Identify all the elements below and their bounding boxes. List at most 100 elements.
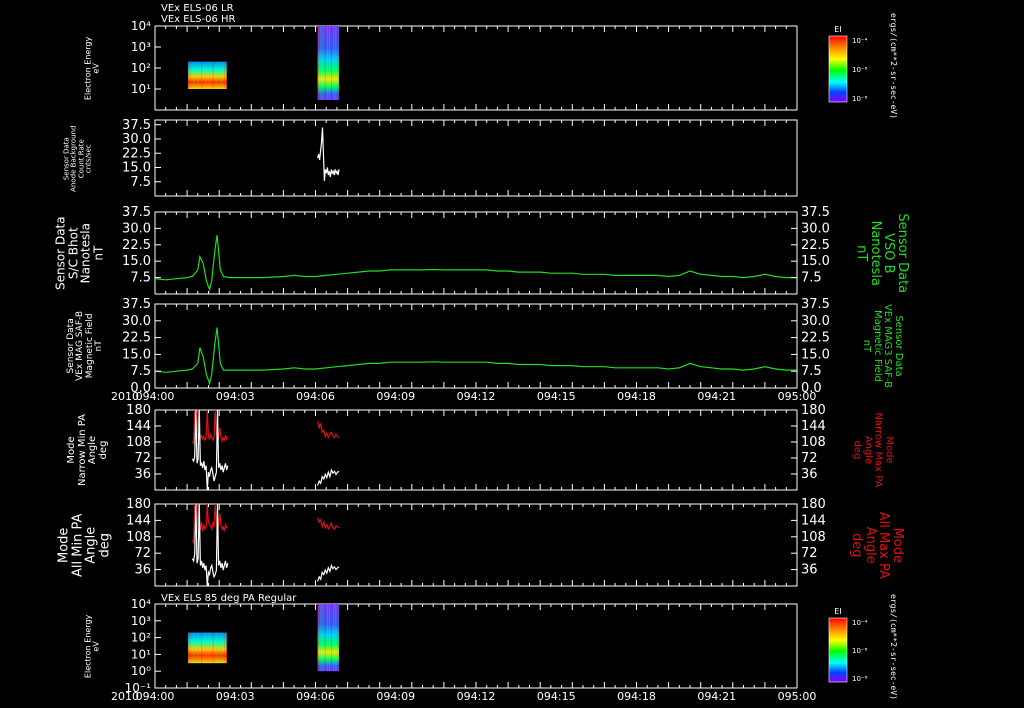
ylabel-p7-line: eV — [91, 640, 101, 652]
y2-tick-label: 36 — [801, 467, 818, 482]
x-tick-label: 094:03 — [216, 390, 255, 403]
header-line-1: VEx ELS-06 LR — [161, 3, 234, 14]
y2label-p6: Mode All Max PA Angle deg — [848, 511, 905, 579]
panel-frame-p3 — [154, 211, 798, 295]
y2-tick-label: 144 — [801, 513, 826, 528]
max-pa-line — [317, 420, 340, 440]
y-tick-label: 10³ — [131, 40, 151, 54]
y2-tick-label: 72 — [801, 451, 818, 466]
y-tick-label: 10⁴ — [131, 19, 151, 33]
y-tick-label: 7.5 — [130, 271, 151, 286]
ylabel-p6-line: Mode — [55, 527, 71, 563]
y2-tick-label: 7.5 — [801, 364, 822, 379]
y-tick-label: 7.5 — [130, 175, 151, 190]
x-tick-label: 094:06 — [296, 690, 335, 703]
x-tick-label: 094:15 — [537, 690, 576, 703]
x-tick-label: 094:21 — [697, 390, 736, 403]
y-tick-label: 144 — [126, 419, 151, 434]
y2label-p5-line: Mode — [883, 436, 894, 464]
y-tick-label: 30.0 — [122, 314, 151, 329]
y-tick-label: 72 — [134, 546, 151, 561]
ylabel-p5-line: deg — [97, 440, 109, 460]
ylabel-p6: Mode All Min PA Angle deg — [55, 513, 112, 577]
y-tick-label: 10¹ — [131, 82, 151, 96]
y-tick-label: 36 — [134, 467, 151, 482]
y-tick-label: 180 — [126, 497, 151, 512]
y2-tick-label: 7.5 — [801, 271, 822, 286]
ylabel-p3: Sensor Data S/C Bhot Nanotesla nT — [53, 216, 106, 290]
y-tick-label: 0.0 — [130, 381, 151, 396]
panel-frame-p6 — [154, 503, 798, 587]
y2label-p6-line: All Max PA — [875, 511, 891, 579]
y2-tick-label: 0.0 — [801, 381, 822, 396]
y-tick-label: 10³ — [131, 614, 151, 628]
colorbar-units: ergs/(cm**2-sr-sec-eV) — [889, 594, 898, 700]
y2label-p3-line: nT — [854, 244, 870, 261]
y2-tick-label: 37.5 — [801, 297, 830, 312]
x-tick-label: 094:09 — [376, 390, 415, 403]
x-tick-label: 094:06 — [296, 390, 335, 403]
y-tick-label: 180 — [126, 403, 151, 418]
y-tick-label: 15.0 — [122, 347, 151, 362]
y-tick-label: 30.0 — [122, 132, 151, 147]
ylabel-p1: Electron Energy eV — [83, 36, 101, 99]
vso-b-line — [154, 234, 797, 292]
colorbar-tick-label: 10⁻⁸ — [852, 66, 868, 74]
colorbar-tick-label: 10⁻⁴ — [852, 619, 868, 627]
colorbar-tick-label: 10⁻⁸ — [852, 647, 868, 655]
colorbar-units: ergs/(cm**2-sr-sec-eV) — [889, 13, 898, 119]
y2label-p6-line: deg — [848, 532, 864, 558]
min-pa-line — [317, 468, 340, 486]
y2label-p4-line: VEx MAG3 SAF-B — [882, 303, 894, 389]
y-tick-label: 10⁻¹ — [125, 681, 152, 695]
y-tick-label: 15.0 — [122, 254, 151, 269]
y2label-p5: Mode Narrow Max PA Angle deg — [851, 413, 895, 488]
colorbar-title: EI — [834, 607, 841, 616]
panel-frame-p1 — [154, 25, 798, 111]
y2label-p3-line: VSO B — [881, 232, 897, 273]
y-tick-label: 144 — [126, 513, 151, 528]
ylabel-p4-line: nT — [94, 340, 105, 352]
y-tick-label: 72 — [134, 451, 151, 466]
count-rate-line — [317, 127, 340, 181]
y2label-p5-line: deg — [851, 440, 863, 460]
y-tick-label: 10¹ — [131, 647, 151, 661]
y-tick-label: 37.5 — [122, 297, 151, 312]
y-tick-label: 7.5 — [130, 364, 151, 379]
ylabel-p3-line: Nanotesla — [78, 223, 93, 284]
ylabel-p3-line: Sensor Data — [53, 216, 68, 290]
y2-tick-label: 180 — [801, 403, 826, 418]
y2-tick-label: 30.0 — [801, 221, 830, 236]
y-tick-label: 30.0 — [122, 221, 151, 236]
x-tick-label: 094:15 — [537, 390, 576, 403]
y2label-p4-line: Magnetic Field — [872, 309, 884, 383]
y-tick-label: 22.5 — [122, 146, 151, 161]
y2label-p5-line: Angle — [862, 435, 873, 465]
y2label-p6-line: Mode — [889, 527, 905, 563]
y2label-p6-line: Angle — [862, 526, 878, 564]
max-pa-line — [317, 517, 340, 531]
colorbar — [828, 617, 848, 683]
ylabel-p1-line: eV — [91, 62, 101, 74]
panel-frame-p2 — [154, 119, 798, 197]
panel-frame-p5 — [154, 409, 798, 491]
header-line-2: VEx ELS-06 HR — [161, 14, 236, 25]
ylabel-p5: Mode Narrow Min PA Angle deg — [66, 414, 109, 486]
x-tick-label: 095:00 — [778, 690, 817, 703]
panel-frame-p4 — [154, 303, 798, 389]
x-tick-label: 094:09 — [376, 690, 415, 703]
y-tick-label: 10⁰ — [131, 664, 151, 678]
x-tick-label: 094:21 — [697, 690, 736, 703]
ylabel-p6-line: All Min PA — [69, 513, 85, 577]
mag-field-line — [154, 327, 797, 386]
y2label-p3: Sensor Data VSO B Nanotesla nT — [854, 213, 910, 293]
colorbar-tick-label: 10⁻⁸ — [852, 675, 868, 683]
ylabel-p6-line: deg — [96, 532, 112, 558]
y2label-p4: Sensor Data VEx MAG3 SAF-B Magnetic Field n… — [861, 303, 905, 389]
ylabel-p7: Electron Energy eV — [83, 614, 101, 677]
y-tick-label: 22.5 — [122, 331, 151, 346]
y-tick-label: 10² — [131, 631, 151, 645]
y2-tick-label: 30.0 — [801, 314, 830, 329]
y2-tick-label: 37.5 — [801, 205, 830, 220]
x-tick-label: 094:12 — [457, 690, 496, 703]
